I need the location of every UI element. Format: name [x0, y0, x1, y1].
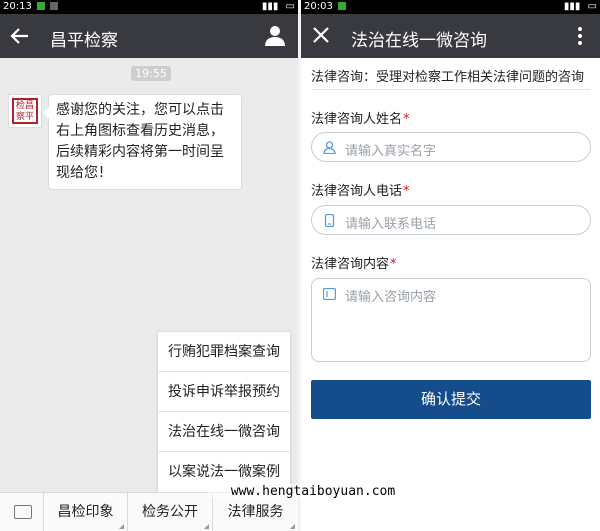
page-title: 法治在线一微咨询 — [351, 31, 487, 51]
submenu-indicator-icon — [290, 524, 295, 529]
keyboard-toggle-button[interactable] — [0, 493, 44, 531]
required-mark: * — [390, 257, 397, 272]
signal-icon: ▮▮▮ — [563, 1, 581, 12]
status-bar: 20:03 ▮▮▮ ▭ — [301, 0, 600, 14]
right-phone-screen: 20:03 ▮▮▮ ▭ 法治在线一微咨询 法律咨询：受理对检察工作相关法律问题的… — [301, 0, 600, 531]
required-mark: * — [403, 184, 410, 199]
required-mark: * — [403, 112, 410, 127]
user-icon — [323, 141, 336, 154]
avatar[interactable]: 检昌 察平 — [8, 94, 42, 128]
content-label-text: 法律咨询内容 — [311, 257, 390, 272]
battery-icon: ▭ — [285, 1, 295, 12]
menu-item-bribery-query[interactable]: 行贿犯罪档案查询 — [158, 332, 290, 372]
phone-placeholder: 请输入联系电话 — [345, 217, 437, 232]
status-bar: 20:13 ▮▮▮ ▭ — [0, 0, 298, 14]
status-time: 20:13 — [3, 1, 32, 12]
submenu-indicator-icon — [204, 524, 209, 529]
chat-header: 昌平检察 — [0, 14, 298, 58]
message-icon — [323, 288, 336, 300]
menu-item-online-consult[interactable]: 法治在线一微咨询 — [158, 412, 290, 452]
back-arrow-icon[interactable] — [8, 24, 32, 48]
more-vertical-icon[interactable] — [578, 26, 582, 46]
seal-char: 昌 — [25, 101, 35, 111]
phone-icon — [324, 214, 335, 227]
tab-label: 昌检印象 — [57, 504, 114, 520]
tab-changjian-impression[interactable]: 昌检印象 — [44, 493, 128, 531]
phone-label-text: 法律咨询人电话 — [311, 184, 403, 199]
status-time: 20:03 — [304, 1, 333, 12]
content-label: 法律咨询内容* — [311, 253, 397, 272]
form-intro: 法律咨询：受理对检察工作相关法律问题的咨询 — [311, 70, 585, 85]
content-textarea[interactable]: 请输入咨询内容 — [311, 278, 591, 362]
content-placeholder: 请输入咨询内容 — [345, 290, 437, 305]
message-timestamp: 19:55 — [131, 66, 171, 81]
tab-label: 法律服务 — [227, 504, 284, 520]
status-icons: ▮▮▮ ▭ — [258, 0, 295, 14]
tab-label: 检务公开 — [142, 504, 198, 520]
seal-logo-icon: 检昌 察平 — [12, 98, 38, 124]
keyboard-icon — [14, 505, 32, 519]
notification-icon — [338, 2, 347, 10]
person-icon[interactable] — [264, 24, 286, 46]
name-label: 法律咨询人姓名* — [311, 108, 410, 127]
name-label-text: 法律咨询人姓名 — [311, 112, 403, 127]
name-field[interactable]: 请输入真实名字 — [311, 132, 591, 162]
chat-title: 昌平检察 — [50, 31, 118, 51]
notification-icon-2 — [50, 2, 59, 10]
tab-prosecution-affairs[interactable]: 检务公开 — [128, 493, 213, 531]
left-phone-screen: 20:13 ▮▮▮ ▭ 昌平检察 19:55 检昌 察平 感谢您的关注，您可以点… — [0, 0, 298, 531]
close-icon[interactable] — [311, 25, 331, 45]
name-placeholder: 请输入真实名字 — [345, 144, 437, 159]
popup-menu: 行贿犯罪档案查询 投诉申诉举报预约 法治在线一微咨询 以案说法一微案例 — [157, 331, 291, 493]
submenu-indicator-icon — [119, 524, 124, 529]
notification-icon — [37, 2, 46, 10]
status-icons: ▮▮▮ ▭ — [560, 0, 597, 14]
watermark: www.hengtaiboyuan.com — [208, 484, 418, 499]
message-bubble: 感谢您的关注，您可以点击右上角图标查看历史消息，后续精彩内容将第一时间呈现给您！ — [43, 94, 242, 190]
divider — [311, 89, 590, 90]
page-header: 法治在线一微咨询 — [301, 14, 600, 58]
seal-char: 察 — [15, 112, 25, 122]
phone-field[interactable]: 请输入联系电话 — [311, 205, 591, 235]
seal-char: 平 — [25, 112, 35, 122]
submit-button[interactable]: 确认提交 — [311, 380, 591, 419]
seal-char: 检 — [15, 101, 25, 111]
signal-icon: ▮▮▮ — [261, 1, 279, 12]
menu-item-complaint-appointment[interactable]: 投诉申诉举报预约 — [158, 372, 290, 412]
battery-icon: ▭ — [587, 1, 597, 12]
phone-label: 法律咨询人电话* — [311, 180, 410, 199]
